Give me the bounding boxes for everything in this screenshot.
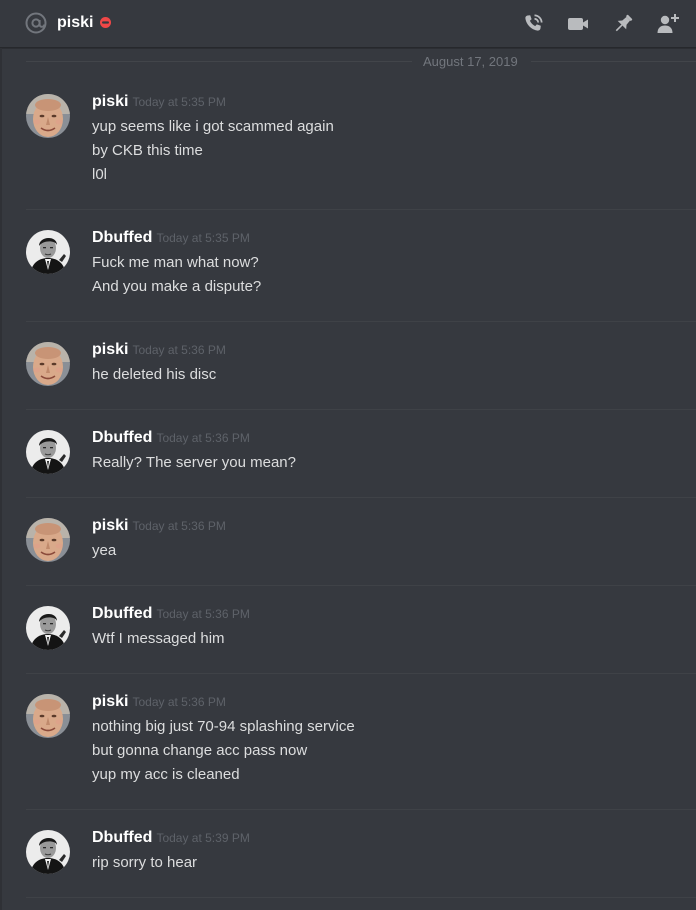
at-sign-icon (25, 12, 47, 34)
message-text: yup seems like i got scammed again (92, 118, 334, 135)
message-text: Fuck me man what now? (92, 254, 259, 271)
message-author[interactable]: Dbuffed (92, 829, 152, 846)
message-author[interactable]: Dbuffed (92, 429, 152, 446)
dm-recipient-name[interactable]: piski (57, 12, 93, 34)
phone-call-icon (525, 14, 543, 31)
message-timestamp: Today at 5:36 PM (156, 431, 250, 445)
message-group[interactable]: piski Today at 5:36 PM he deleted his disc (0, 322, 696, 410)
message-body: he deleted his disc (92, 363, 216, 387)
message-text: yup my acc is cleaned (92, 766, 240, 783)
message-text: And you make a dispute? (92, 278, 262, 295)
piski-avatar[interactable] (26, 694, 70, 738)
message-timestamp: Today at 5:36 PM (156, 607, 250, 621)
message-body: Really? The server you mean? (92, 451, 296, 475)
start-video-call-button[interactable] (564, 10, 592, 38)
message-group[interactable]: Dbuffed Today at 5:39 PM rip sorry to hear (0, 810, 696, 898)
message-timestamp: Today at 5:35 PM (132, 95, 226, 109)
message-timestamp: Today at 5:35 PM (156, 231, 250, 245)
message-separator (26, 897, 696, 898)
message-group[interactable]: Dbuffed Today at 5:36 PM Wtf I messaged hi… (0, 586, 696, 674)
message-header: piski Today at 5:36 PM (92, 516, 226, 536)
message-timestamp: Today at 5:36 PM (132, 343, 226, 357)
dbuffed-avatar[interactable] (26, 830, 70, 874)
message-timestamp: Today at 5:39 PM (156, 831, 250, 845)
message-header: Dbuffed Today at 5:35 PM (92, 228, 250, 248)
message-text: but gonna change acc pass now (92, 742, 308, 759)
dbuffed-avatar[interactable] (26, 606, 70, 650)
message-author[interactable]: Dbuffed (92, 605, 152, 622)
message-group[interactable]: Dbuffed Today at 5:36 PM Really? The serve… (0, 410, 696, 498)
message-text: l0l (92, 166, 108, 183)
divider-date: August 17, 2019 (423, 54, 518, 69)
message-text: Wtf I messaged him (92, 630, 225, 647)
add-friends-to-dm-button[interactable] (654, 10, 682, 38)
add-friend-icon (657, 14, 679, 33)
message-author[interactable]: Dbuffed (92, 229, 152, 246)
message-author[interactable]: piski (92, 517, 128, 534)
piski-avatar[interactable] (26, 94, 70, 138)
do-not-disturb-icon (100, 17, 111, 28)
message-text: by CKB this time (92, 142, 203, 159)
channel-header: piski (0, 0, 696, 48)
message-text: he deleted his disc (92, 366, 217, 383)
message-group[interactable]: piski Today at 5:36 PM yea (0, 498, 696, 586)
pin-icon (615, 14, 633, 32)
dm-window: piski August 17, 2019 piski Today at 5:3… (0, 0, 696, 910)
divider-line-right (531, 61, 696, 62)
message-body: yup seems like i got scammed again by CKB… (92, 115, 334, 187)
message-author[interactable]: piski (92, 693, 128, 710)
message-text: rip sorry to hear (92, 854, 198, 871)
message-body: nothing big just 70-94 splashing service… (92, 715, 355, 787)
message-group[interactable]: Dbuffed Today at 5:35 PM Fuck me man what … (0, 210, 696, 322)
message-body: rip sorry to hear (92, 851, 197, 875)
divider-line-left (26, 61, 412, 62)
message-author[interactable]: piski (92, 93, 128, 110)
message-body: Fuck me man what now? And you make a disp… (92, 251, 261, 299)
message-group[interactable]: piski Today at 5:35 PM yup seems like i go… (0, 74, 696, 210)
start-voice-call-button[interactable] (519, 10, 547, 38)
message-author[interactable]: piski (92, 341, 128, 358)
piski-avatar[interactable] (26, 518, 70, 562)
pinned-messages-button[interactable] (609, 10, 637, 38)
message-body: yea (92, 539, 116, 563)
message-timestamp: Today at 5:36 PM (132, 519, 226, 533)
message-body: Wtf I messaged him (92, 627, 225, 651)
dbuffed-avatar[interactable] (26, 430, 70, 474)
message-header: Dbuffed Today at 5:36 PM (92, 604, 250, 624)
message-header: Dbuffed Today at 5:36 PM (92, 428, 250, 448)
message-text: yea (92, 542, 117, 559)
message-header: piski Today at 5:35 PM (92, 92, 226, 112)
header-toolbar (519, 10, 682, 38)
message-text: nothing big just 70-94 splashing service (92, 718, 355, 735)
video-call-icon (568, 18, 588, 30)
message-header: piski Today at 5:36 PM (92, 340, 226, 360)
message-group[interactable]: piski Today at 5:36 PM nothing big just 70… (0, 674, 696, 810)
date-divider: August 17, 2019 (26, 51, 696, 73)
message-header: Dbuffed Today at 5:39 PM (92, 828, 250, 848)
dbuffed-avatar[interactable] (26, 230, 70, 274)
piski-avatar[interactable] (26, 342, 70, 386)
message-header: piski Today at 5:36 PM (92, 692, 226, 712)
message-text: Really? The server you mean? (92, 454, 296, 471)
message-timestamp: Today at 5:36 PM (132, 695, 226, 709)
